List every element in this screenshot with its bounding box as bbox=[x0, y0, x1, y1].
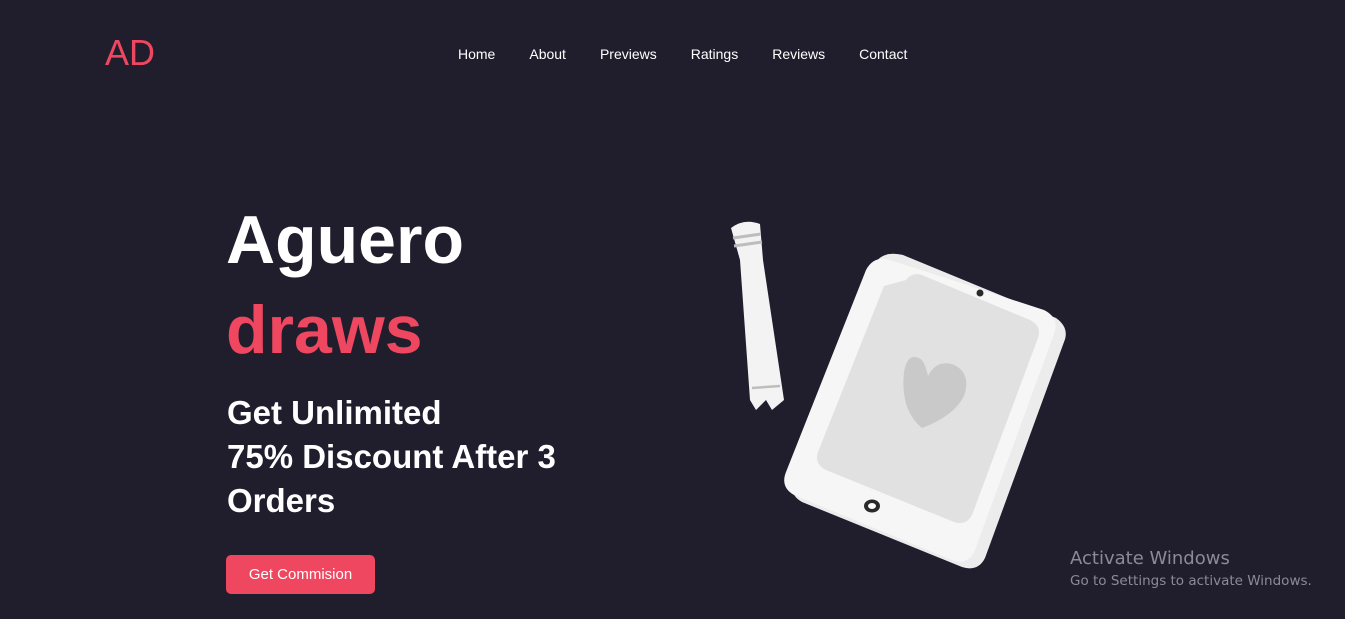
nav-link-reviews[interactable]: Reviews bbox=[772, 45, 825, 63]
nav-link-ratings[interactable]: Ratings bbox=[691, 45, 738, 63]
tablet-illustration bbox=[731, 221, 1066, 569]
hero-title-name: Aguero bbox=[226, 202, 464, 278]
tablet-icon bbox=[784, 253, 1066, 569]
windows-activation-watermark: Activate Windows Go to Settings to activ… bbox=[1070, 548, 1312, 590]
hero-subtitle-line: 75% Discount After 3 bbox=[227, 438, 556, 475]
nav-link-previews[interactable]: Previews bbox=[600, 45, 657, 63]
main-nav: Home About Previews Ratings Reviews Cont… bbox=[458, 45, 941, 63]
nav-link-contact[interactable]: Contact bbox=[859, 45, 907, 63]
hero-subtitle: Get Unlimited 75% Discount After 3 Order… bbox=[227, 391, 607, 523]
nav-link-about[interactable]: About bbox=[529, 45, 566, 63]
hero-subtitle-line: Get Unlimited bbox=[227, 394, 442, 431]
watermark-subtitle: Go to Settings to activate Windows. bbox=[1070, 573, 1312, 589]
watermark-title: Activate Windows bbox=[1070, 548, 1230, 569]
brand-logo[interactable]: AD bbox=[105, 33, 155, 73]
get-commission-button[interactable]: Get Commision bbox=[226, 555, 375, 594]
hero-title-accent: draws bbox=[226, 292, 423, 368]
stylus-icon bbox=[731, 221, 784, 410]
nav-link-home[interactable]: Home bbox=[458, 45, 495, 63]
hero-subtitle-line: Orders bbox=[227, 482, 336, 519]
